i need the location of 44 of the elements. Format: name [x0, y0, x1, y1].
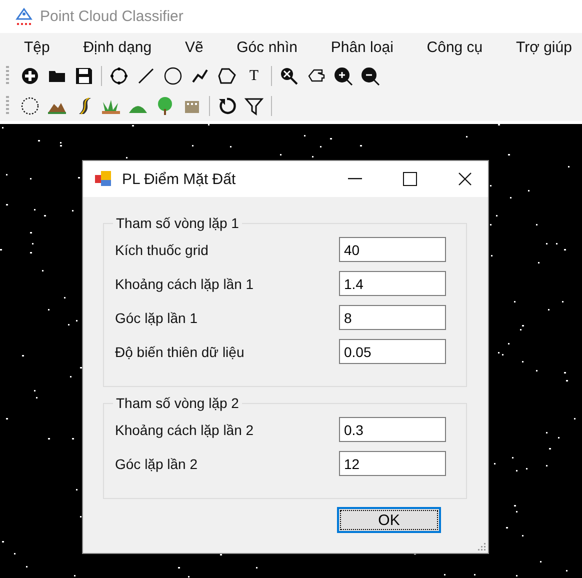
window-title: Point Cloud Classifier [40, 8, 184, 25]
ok-button[interactable]: OK [337, 507, 441, 533]
field-label: Khoảng cách lặp lần 2 [115, 422, 254, 438]
menu-item[interactable]: Tệp [22, 38, 52, 56]
point-cloud-icon[interactable] [20, 96, 40, 116]
field-label: Khoảng cách lặp lần 1 [115, 276, 254, 292]
group-title: Tham số vòng lặp 2 [115, 395, 240, 411]
circle-icon[interactable] [163, 66, 183, 86]
polygon-icon[interactable] [217, 66, 237, 86]
zoom-out-icon[interactable] [360, 66, 380, 86]
input-field[interactable]: 8 [339, 305, 446, 330]
menu-item[interactable]: Định dạng [81, 38, 154, 56]
resize-grip-icon[interactable] [476, 541, 486, 551]
menu-item[interactable]: Công cụ [424, 38, 485, 56]
zoom-extent-icon[interactable] [279, 66, 299, 86]
menu-item[interactable]: Phân loại [328, 38, 396, 56]
app-logo-icon [14, 6, 34, 26]
input-field[interactable]: 0.3 [339, 417, 446, 442]
save-icon[interactable] [74, 66, 94, 86]
select-circle-icon[interactable] [109, 66, 129, 86]
dialog-title: PL Điểm Mặt Đất [122, 170, 237, 188]
minimize-icon[interactable] [348, 178, 362, 180]
group-title: Tham số vòng lặp 1 [115, 215, 240, 231]
zoom-in-icon[interactable] [333, 66, 353, 86]
input-field[interactable]: 1.4 [339, 271, 446, 296]
text-tool[interactable]: T [244, 68, 264, 84]
rotate-icon[interactable] [217, 96, 237, 116]
close-icon[interactable] [458, 172, 472, 186]
tree-icon[interactable] [155, 96, 175, 116]
input-field[interactable]: 0.05 [339, 339, 446, 364]
menu-item[interactable]: Vẽ [182, 38, 206, 56]
input-field[interactable]: 12 [339, 451, 446, 476]
line-icon[interactable] [136, 66, 156, 86]
field-label: Góc lặp lần 1 [115, 310, 198, 326]
menu-item[interactable]: Góc nhìn [234, 38, 300, 56]
menu-item[interactable]: Trợ giúp [514, 38, 574, 56]
field-label: Độ biến thiên dữ liệu [115, 344, 244, 360]
input-field[interactable]: 40 [339, 237, 446, 262]
form-icon [95, 171, 113, 187]
maximize-icon[interactable] [403, 172, 417, 186]
field-label: Kích thuốc grid [115, 242, 208, 258]
field-label: Góc lặp lần 2 [115, 456, 198, 472]
add-icon[interactable] [20, 66, 40, 86]
filter-icon[interactable] [244, 96, 264, 116]
